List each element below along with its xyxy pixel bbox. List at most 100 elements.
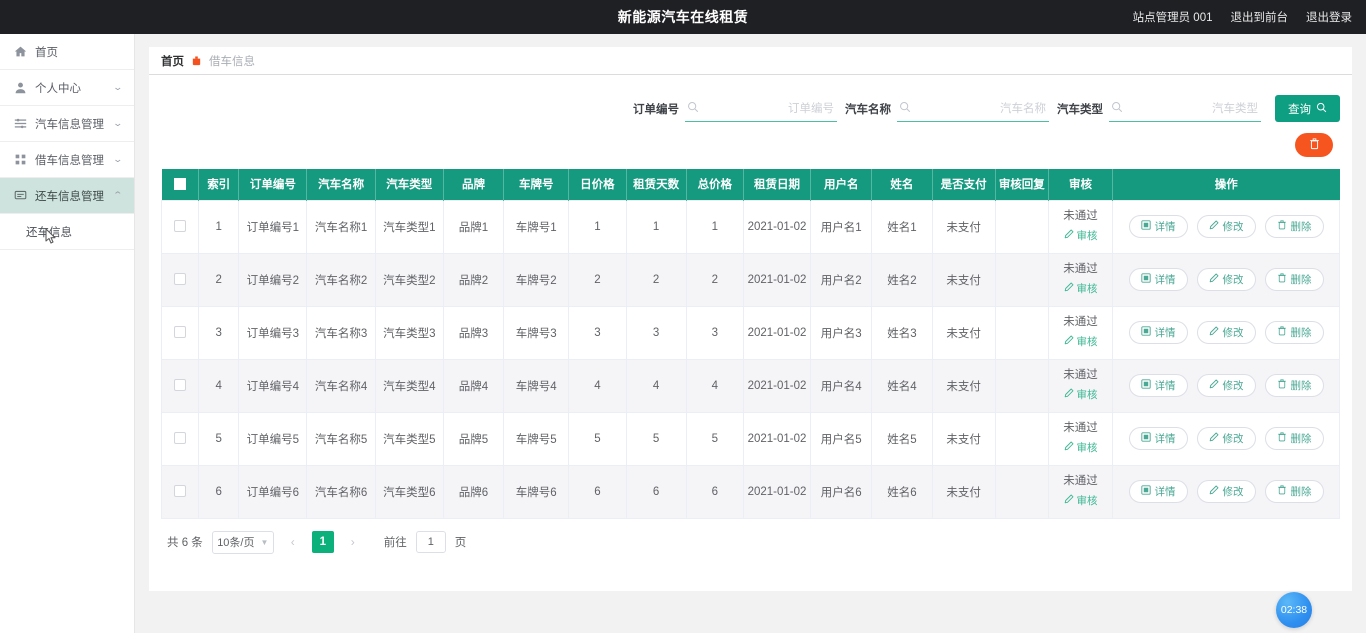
cell-day-price-text: 2 bbox=[594, 273, 601, 286]
row-select-checkbox-cell[interactable] bbox=[160, 305, 200, 360]
detail-button[interactable]: 详情 bbox=[1128, 268, 1188, 291]
detail-button[interactable]: 详情 bbox=[1128, 321, 1188, 344]
cell-car-name: 汽车名称3 bbox=[306, 305, 376, 360]
row-select-checkbox[interactable] bbox=[174, 485, 187, 498]
cell-brand-text: 品牌4 bbox=[458, 380, 489, 393]
edit-button-label: 修改 bbox=[1222, 433, 1244, 445]
cell-car-name: 汽车名称5 bbox=[306, 411, 376, 466]
detail-button[interactable]: 详情 bbox=[1128, 215, 1188, 238]
edit-icon bbox=[1064, 281, 1074, 297]
pagination-page-1[interactable]: 1 bbox=[311, 531, 334, 553]
delete-button[interactable]: 删除 bbox=[1264, 427, 1324, 450]
search-input-car-type[interactable]: 汽车类型 bbox=[1109, 96, 1261, 122]
delete-button[interactable]: 删除 bbox=[1264, 374, 1324, 397]
row-select-checkbox[interactable] bbox=[174, 379, 187, 392]
cell-rent-date-text: 2021-01-02 bbox=[747, 485, 807, 498]
search-field-car-type: 汽车类型 汽车类型 bbox=[1057, 96, 1261, 122]
cell-plate-text: 车牌号1 bbox=[515, 221, 557, 234]
row-select-checkbox[interactable] bbox=[174, 326, 187, 339]
user-icon bbox=[14, 81, 27, 94]
row-select-checkbox-cell[interactable] bbox=[160, 252, 200, 307]
search-input-order-no[interactable]: 订单编号 bbox=[685, 96, 837, 122]
pagination-prev-button[interactable]: ‹ bbox=[283, 531, 303, 553]
detail-icon bbox=[1140, 432, 1151, 445]
logout-link[interactable]: 退出登录 bbox=[1306, 9, 1352, 25]
row-select-checkbox-cell[interactable] bbox=[160, 464, 200, 519]
row-select-checkbox-cell[interactable] bbox=[160, 411, 200, 466]
row-select-checkbox-cell[interactable] bbox=[160, 358, 200, 413]
search-input-car-name[interactable]: 汽车名称 bbox=[897, 96, 1049, 122]
cell-paid: 未支付 bbox=[931, 358, 996, 413]
edit-button[interactable]: 修改 bbox=[1196, 215, 1256, 238]
row-select-checkbox-cell[interactable] bbox=[160, 199, 200, 254]
operations-group: 详情 修改 删除 bbox=[1113, 480, 1339, 503]
search-placeholder-order-no: 订单编号 bbox=[788, 103, 834, 115]
sidebar-item-car-info-management[interactable]: 汽车信息管理 ⌄ bbox=[0, 106, 134, 142]
edit-button[interactable]: 修改 bbox=[1196, 480, 1256, 503]
audit-action-link[interactable]: 审核 bbox=[1064, 228, 1098, 244]
audit-action-link[interactable]: 审核 bbox=[1064, 440, 1098, 456]
sidebar-item-personal-center[interactable]: 个人中心 ⌄ bbox=[0, 70, 134, 106]
audit-action-link[interactable]: 审核 bbox=[1064, 334, 1098, 350]
cell-brand: 品牌1 bbox=[442, 199, 505, 254]
cell-audit-reply bbox=[994, 252, 1049, 307]
trash-icon bbox=[1277, 220, 1287, 233]
sidebar-item-borrow-info-management[interactable]: 借车信息管理 ⌄ bbox=[0, 142, 134, 178]
detail-button[interactable]: 详情 bbox=[1128, 427, 1188, 450]
row-select-checkbox[interactable] bbox=[174, 273, 187, 286]
grid-icon bbox=[14, 153, 27, 166]
pagination-goto-input[interactable] bbox=[415, 531, 446, 553]
delete-selected-button[interactable] bbox=[1295, 133, 1333, 157]
cell-order-no-text: 订单编号1 bbox=[246, 221, 300, 234]
edit-button[interactable]: 修改 bbox=[1196, 374, 1256, 397]
session-timer-badge[interactable]: 02:38 bbox=[1276, 592, 1312, 628]
cell-audit: 未通过 审核 bbox=[1047, 199, 1114, 254]
row-select-checkbox[interactable] bbox=[174, 220, 187, 233]
cell-car-type-text: 汽车类型3 bbox=[383, 327, 436, 340]
sidebar-subitem-return-info[interactable]: 还车信息 bbox=[0, 214, 134, 250]
cell-audit: 未通过 审核 bbox=[1047, 411, 1114, 466]
content-card: 订单编号 订单编号 汽车名称 汽车名称 汽车类型 汽车类型 查询 索引 订单编号… bbox=[149, 75, 1352, 591]
cell-plate: 车牌号5 bbox=[503, 411, 570, 466]
select-all-header[interactable] bbox=[161, 169, 200, 200]
delete-button[interactable]: 删除 bbox=[1264, 215, 1324, 238]
select-all-checkbox[interactable] bbox=[173, 178, 186, 191]
row-select-checkbox[interactable] bbox=[174, 432, 187, 445]
cell-days-text: 4 bbox=[652, 379, 660, 392]
column-header-order-no: 订单编号 bbox=[238, 169, 308, 200]
sidebar-item-home[interactable]: 首页 bbox=[0, 34, 134, 70]
search-field-order-no: 订单编号 订单编号 bbox=[633, 96, 837, 122]
edit-button[interactable]: 修改 bbox=[1196, 268, 1256, 291]
cell-days: 4 bbox=[625, 358, 687, 413]
cell-car-type-text: 汽车类型1 bbox=[383, 221, 436, 234]
sidebar-item-return-info-management[interactable]: 还车信息管理 ⌃ bbox=[0, 178, 134, 214]
query-button[interactable]: 查询 bbox=[1275, 95, 1340, 122]
cell-rent-date: 2021-01-02 bbox=[742, 464, 812, 519]
cell-total-price-text: 6 bbox=[711, 485, 719, 498]
edit-button[interactable]: 修改 bbox=[1196, 321, 1256, 344]
audit-action-label: 审核 bbox=[1076, 282, 1098, 295]
page-size-select[interactable]: 10条/页 ▼ bbox=[211, 530, 274, 554]
edit-button[interactable]: 修改 bbox=[1196, 427, 1256, 450]
cell-days: 5 bbox=[625, 411, 687, 466]
detail-button[interactable]: 详情 bbox=[1128, 374, 1188, 397]
audit-action-link[interactable]: 审核 bbox=[1064, 281, 1098, 297]
detail-button[interactable]: 详情 bbox=[1128, 480, 1188, 503]
pagination-next-button[interactable]: › bbox=[343, 531, 363, 553]
audit-action-link[interactable]: 审核 bbox=[1064, 387, 1098, 403]
main-content: 首页 借车信息 订单编号 订单编号 汽车名称 汽车名称 汽车类型 汽车类型 查询… bbox=[135, 34, 1366, 633]
cell-rent-date-text: 2021-01-02 bbox=[747, 432, 807, 445]
delete-button[interactable]: 删除 bbox=[1264, 321, 1324, 344]
table-row: 3 订单编号3 汽车名称3 汽车类型3 品牌3 车牌号3 3 3 3 2021-01-02 用户名3… bbox=[160, 305, 1340, 360]
cell-index-text: 6 bbox=[215, 485, 222, 498]
breadcrumb-home[interactable]: 首页 bbox=[161, 53, 184, 69]
exit-to-front-link[interactable]: 退出到前台 bbox=[1231, 9, 1289, 25]
cell-rent-date: 2021-01-02 bbox=[742, 358, 812, 413]
cell-operations: 详情 修改 删除 bbox=[1112, 199, 1340, 254]
delete-button[interactable]: 删除 bbox=[1264, 268, 1324, 291]
cell-username-text: 用户名2 bbox=[820, 274, 862, 287]
cell-day-price: 6 bbox=[568, 464, 627, 519]
audit-action-link[interactable]: 审核 bbox=[1064, 493, 1098, 509]
delete-button[interactable]: 删除 bbox=[1264, 480, 1324, 503]
search-icon bbox=[1111, 101, 1123, 116]
